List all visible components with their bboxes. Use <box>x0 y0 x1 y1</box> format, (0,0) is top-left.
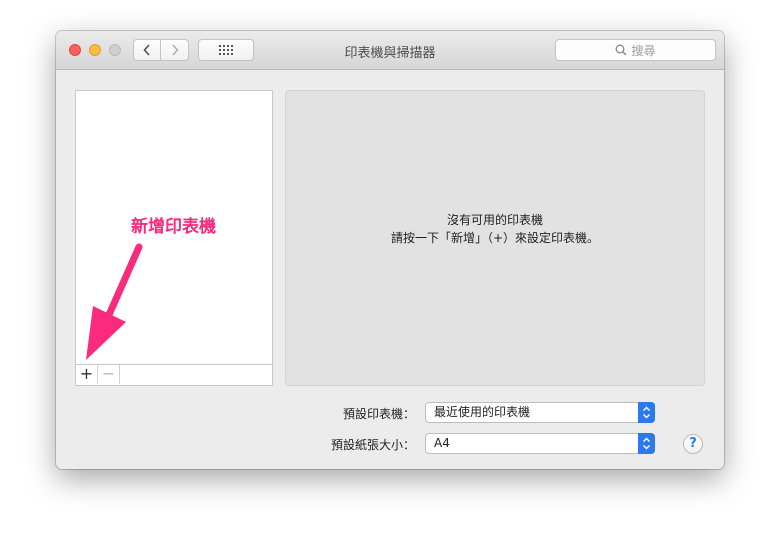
annotation-arrow-icon <box>86 243 143 360</box>
